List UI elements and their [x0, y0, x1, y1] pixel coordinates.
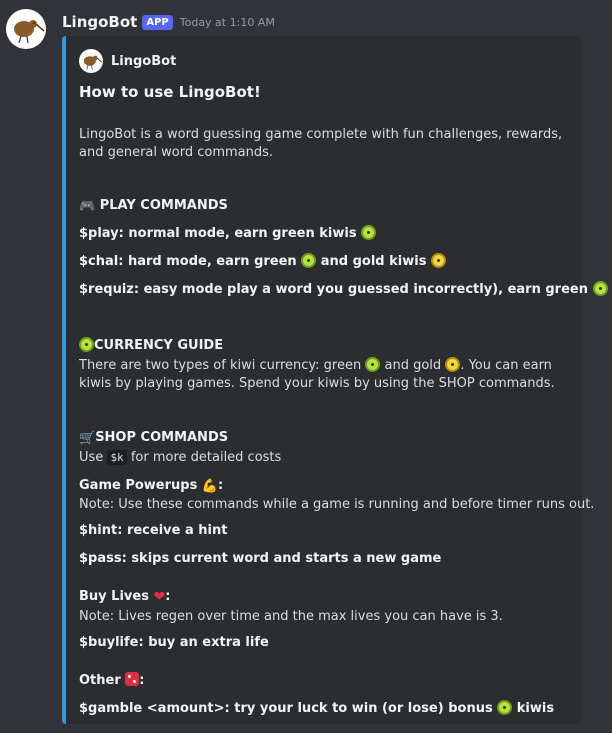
embed-author: LingoBot: [79, 48, 570, 74]
green-kiwi-icon: [365, 357, 381, 372]
gamble-command: $gamble <amount>: try your luck to win (…: [79, 700, 555, 716]
buylife-command: $buylife: buy an extra life: [79, 635, 269, 650]
shop-usage: Use $k for more detailed costs: [79, 450, 282, 465]
username[interactable]: LingoBot: [62, 13, 137, 31]
gold-kiwi-icon: [430, 253, 446, 268]
currency-text: There are two types of kiwi currency: gr…: [79, 357, 555, 391]
kiwi-author-icon: [79, 49, 103, 73]
green-kiwi-icon: [79, 337, 94, 352]
powerups-label: Game Powerups 💪:: [79, 478, 224, 494]
embed-title: How to use LingoBot!: [79, 83, 261, 101]
help-embed: LingoBot How to use LingoBot! LingoBot i…: [62, 36, 608, 724]
green-kiwi-icon: [301, 253, 317, 268]
shopping-cart-icon: 🛒: [79, 431, 96, 446]
embed-intro: LingoBot is a word guessing game complet…: [79, 127, 563, 160]
green-kiwi-icon: [592, 281, 608, 296]
chal-command: $chal: hard mode, earn green and gold ki…: [79, 253, 446, 271]
flexed-biceps-icon: 💪: [201, 479, 219, 494]
dice-icon: [125, 672, 140, 686]
other-label: Other :: [79, 672, 145, 688]
currency-guide-heading: CURRENCY GUIDE: [79, 337, 223, 355]
embed-author-name: LingoBot: [111, 53, 177, 69]
game-controller-icon: 🎮: [79, 199, 96, 214]
shop-commands-heading: 🛒SHOP COMMANDS: [79, 430, 229, 446]
buy-lives-label: Buy Lives ❤:: [79, 589, 171, 605]
app-badge: APP: [142, 14, 173, 30]
bot-avatar[interactable]: [6, 9, 46, 49]
timestamp[interactable]: Today at 1:10 AM: [180, 16, 275, 29]
heart-icon: ❤: [153, 589, 166, 605]
green-kiwi-icon: [497, 700, 513, 715]
bot-message: LingoBot APP Today at 1:10 AM LingoBot H…: [0, 0, 612, 733]
powerups-note: Note: Use these commands while a game is…: [79, 497, 595, 512]
hint-command: $hint: receive a hint: [79, 523, 228, 538]
pass-command: $pass: skips current word and starts a n…: [79, 551, 442, 566]
gold-kiwi-icon: [445, 357, 461, 372]
play-commands-heading: 🎮 PLAY COMMANDS: [79, 198, 228, 214]
message-header: LingoBot APP Today at 1:10 AM: [62, 11, 275, 33]
play-command: $play: normal mode, earn green kiwis: [79, 225, 377, 243]
kiwi-bird-icon: [14, 20, 45, 44]
lives-note: Note: Lives regen over time and the max …: [79, 609, 503, 624]
green-kiwi-icon: [361, 225, 377, 240]
requiz-command: $requiz: easy mode play a word you guess…: [79, 281, 608, 299]
inline-code: $k: [107, 450, 127, 465]
